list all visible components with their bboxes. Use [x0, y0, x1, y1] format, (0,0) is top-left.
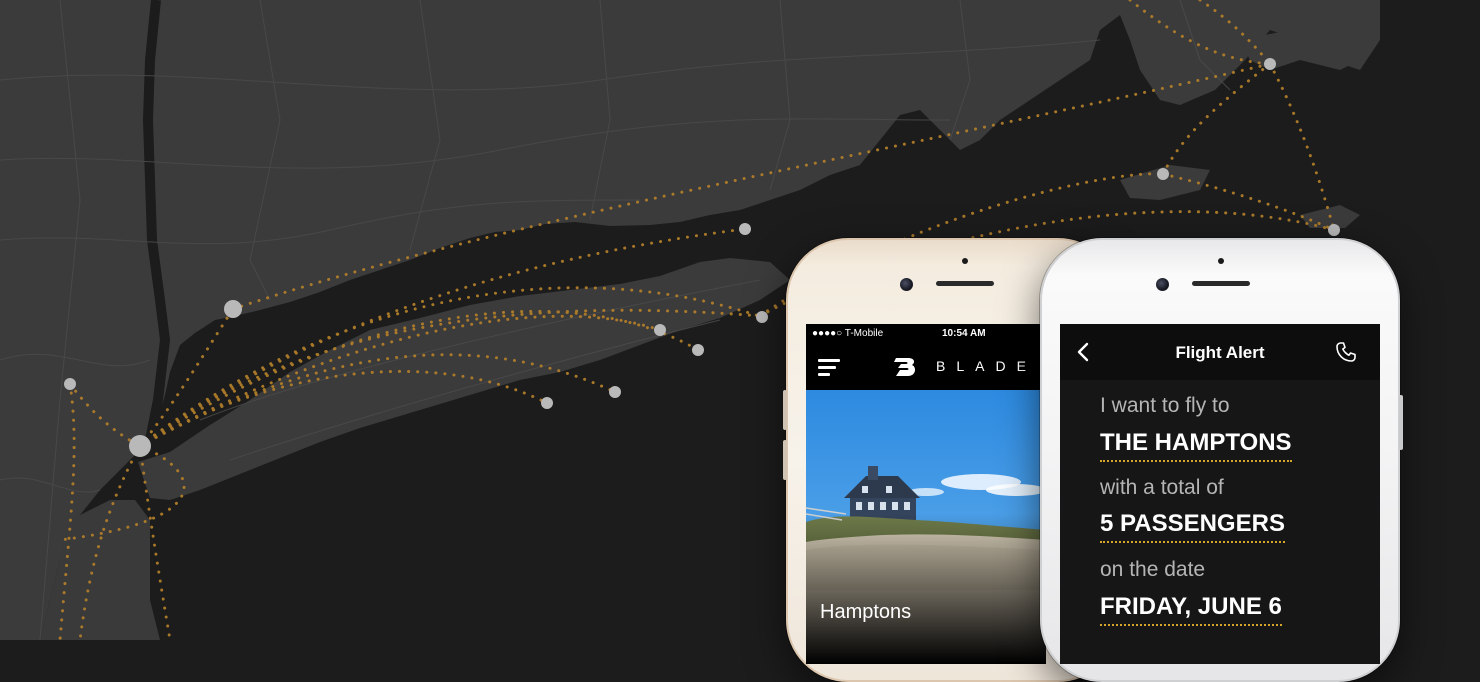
front-camera — [900, 278, 913, 291]
route-node — [224, 300, 242, 318]
destination-selector[interactable]: THE HAMPTONS — [1100, 429, 1292, 462]
route-node — [692, 344, 704, 356]
route-node — [64, 378, 76, 390]
destination-label: Hamptons — [820, 601, 912, 623]
status-bar: ●●●●○ T-Mobile 10:54 AM — [806, 324, 1046, 344]
carrier-signal: ●●●●○ T-Mobile — [812, 328, 884, 339]
right-phone-screen: Flight Alert I want to fly to THE HAMPTO… — [1060, 324, 1380, 664]
route-node — [541, 397, 553, 409]
right-phone-device: Flight Alert I want to fly to THE HAMPTO… — [1040, 238, 1403, 682]
flight-alert-header: Flight Alert — [1060, 324, 1380, 380]
route-node — [739, 223, 751, 235]
route-node — [1157, 168, 1169, 180]
prompt-date: on the date — [1100, 558, 1206, 581]
volume-button — [783, 390, 787, 430]
proximity-sensor — [962, 258, 968, 264]
destination-card[interactable]: Hamptons — [806, 390, 1046, 664]
front-camera — [1156, 278, 1169, 291]
route-node — [609, 386, 621, 398]
power-button — [1399, 395, 1403, 450]
left-phone-screen: ●●●●○ T-Mobile 10:54 AM BLADE Hamptons — [806, 324, 1046, 664]
proximity-sensor — [1218, 258, 1224, 264]
route-node — [756, 311, 768, 323]
date-selector[interactable]: FRIDAY, JUNE 6 — [1100, 593, 1282, 626]
status-time: 10:54 AM — [942, 328, 986, 339]
route-node — [1328, 224, 1340, 236]
hamburger-menu-icon[interactable] — [818, 359, 840, 377]
earpiece-speaker — [1192, 281, 1250, 286]
blade-navbar: BLADE — [806, 344, 1046, 390]
page-title: Flight Alert — [1175, 343, 1265, 362]
route-node — [654, 324, 666, 336]
route-node — [1264, 58, 1276, 70]
blade-logo-icon — [894, 358, 916, 376]
phone-handset-icon[interactable] — [1334, 340, 1358, 364]
passenger-count-selector[interactable]: 5 PASSENGERS — [1100, 510, 1285, 543]
prompt-destination: I want to fly to — [1100, 394, 1230, 417]
brand-wordmark: BLADE — [936, 358, 1037, 374]
volume-button — [783, 440, 787, 480]
route-node — [129, 435, 151, 457]
earpiece-speaker — [936, 281, 994, 286]
prompt-passengers: with a total of — [1100, 476, 1224, 499]
